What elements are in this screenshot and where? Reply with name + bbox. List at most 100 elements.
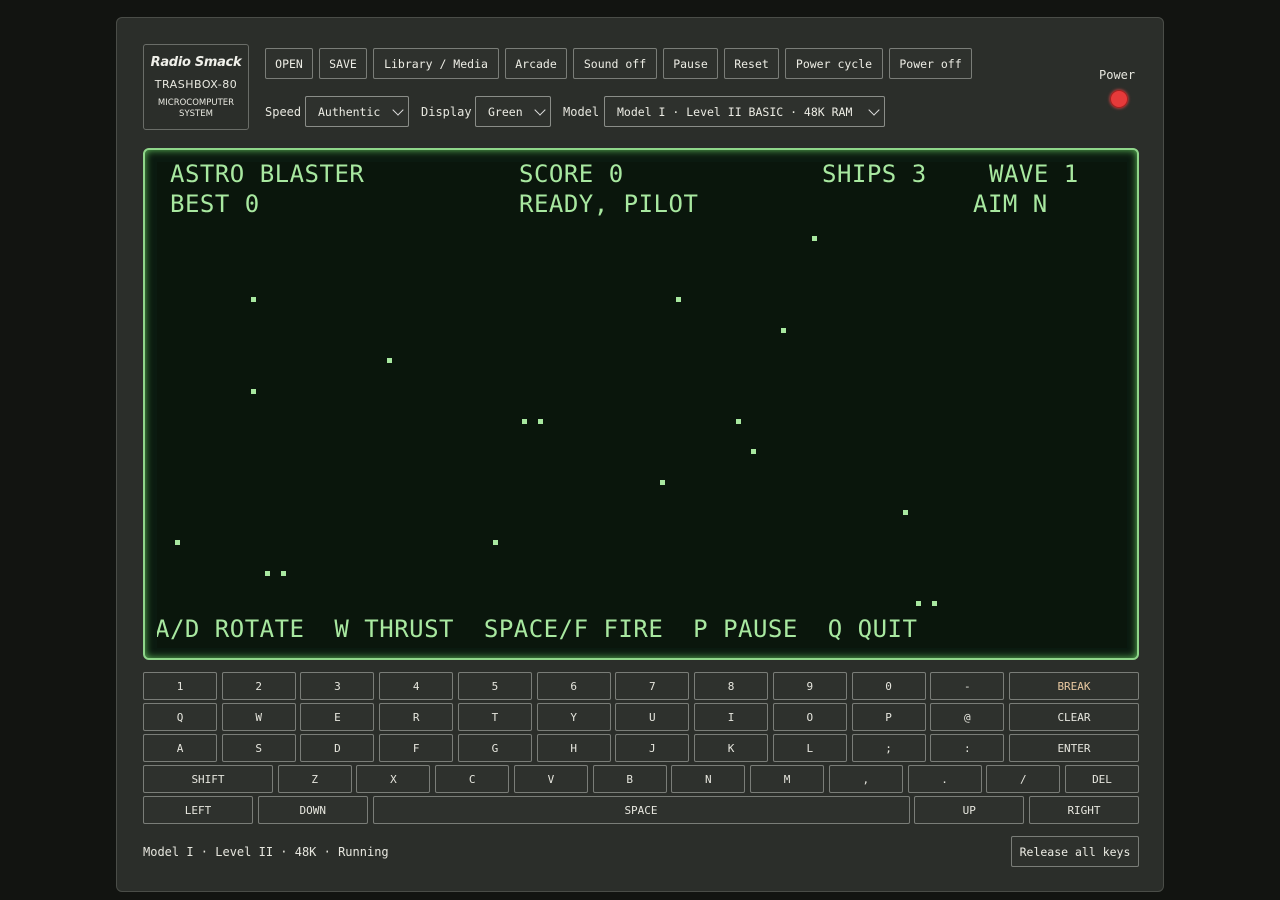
key-k[interactable]: K [694, 734, 769, 762]
star [781, 328, 786, 333]
key-s[interactable]: S [221, 734, 296, 762]
key-p[interactable]: P [851, 703, 926, 731]
key-right[interactable]: RIGHT [1029, 796, 1139, 824]
key-left[interactable]: LEFT [143, 796, 253, 824]
brand-system-line2: SYSTEM [179, 109, 213, 119]
key-w[interactable]: W [221, 703, 296, 731]
star [175, 540, 180, 545]
game-title: ASTRO BLASTER [170, 162, 365, 188]
key-clear[interactable]: CLEAR [1009, 703, 1139, 731]
release-all-keys-button[interactable]: Release all keys [1011, 836, 1139, 867]
key-comma[interactable]: , [828, 765, 903, 793]
star [916, 601, 921, 606]
key-0[interactable]: 0 [851, 672, 926, 700]
key-up[interactable]: UP [914, 796, 1025, 824]
display-select-value: Green [488, 104, 523, 119]
key-down[interactable]: DOWN [257, 796, 368, 824]
key-f[interactable]: F [379, 734, 454, 762]
open-button[interactable]: OPEN [265, 48, 313, 79]
key-6[interactable]: 6 [536, 672, 611, 700]
key-del[interactable]: DEL [1065, 765, 1139, 793]
model-select-value: Model I · Level II BASIC · 48K RAM [617, 104, 853, 119]
key-i[interactable]: I [694, 703, 769, 731]
key-t[interactable]: T [457, 703, 532, 731]
key-x[interactable]: X [356, 765, 431, 793]
key-a[interactable]: A [143, 734, 217, 762]
key-j[interactable]: J [615, 734, 690, 762]
key-d[interactable]: D [300, 734, 375, 762]
key-v[interactable]: V [513, 765, 588, 793]
pause-button[interactable]: Pause [663, 48, 718, 79]
brand-model: TRASHBOX-80 [154, 78, 238, 91]
sound-toggle-button[interactable]: Sound off [573, 48, 657, 79]
key-3[interactable]: 3 [300, 672, 375, 700]
star [660, 480, 665, 485]
key-u[interactable]: U [615, 703, 690, 731]
power-cycle-button[interactable]: Power cycle [785, 48, 883, 79]
emulator-frame: Radio Smack TRASHBOX-80 MICROCOMPUTER SY… [116, 17, 1164, 892]
power-indicator-icon[interactable] [1110, 90, 1128, 108]
key-z[interactable]: Z [277, 765, 352, 793]
key-2[interactable]: 2 [221, 672, 296, 700]
key-c[interactable]: C [435, 765, 510, 793]
arcade-button[interactable]: Arcade [505, 48, 567, 79]
key-5[interactable]: 5 [457, 672, 532, 700]
key-r[interactable]: R [379, 703, 454, 731]
key-e[interactable]: E [300, 703, 375, 731]
save-button[interactable]: SAVE [319, 48, 367, 79]
star [251, 297, 256, 302]
key-break[interactable]: BREAK [1009, 672, 1139, 700]
key-n[interactable]: N [671, 765, 746, 793]
star [751, 449, 756, 454]
reset-button[interactable]: Reset [724, 48, 779, 79]
key-9[interactable]: 9 [772, 672, 847, 700]
key-enter[interactable]: ENTER [1009, 734, 1139, 762]
star [281, 571, 286, 576]
key-m[interactable]: M [750, 765, 825, 793]
crt-monitor[interactable]: ASTRO BLASTER SCORE 0 SHIPS 3 WAVE 1 BES… [143, 148, 1139, 660]
key-g[interactable]: G [457, 734, 532, 762]
key-7[interactable]: 7 [615, 672, 690, 700]
aim-readout: AIM N [973, 190, 1048, 218]
star [387, 358, 392, 363]
chevron-down-icon [534, 104, 546, 116]
key-shift[interactable]: SHIFT [143, 765, 273, 793]
key-1[interactable]: 1 [143, 672, 217, 700]
key-8[interactable]: 8 [694, 672, 769, 700]
key-space[interactable]: SPACE [372, 796, 910, 824]
status-message: READY, PILOT [519, 190, 699, 218]
key-y[interactable]: Y [536, 703, 611, 731]
display-select[interactable]: Green [475, 96, 551, 127]
key-l[interactable]: L [772, 734, 847, 762]
key-b[interactable]: B [592, 765, 667, 793]
star [812, 236, 817, 241]
star [676, 297, 681, 302]
key-o[interactable]: O [772, 703, 847, 731]
chevron-down-icon [392, 104, 404, 116]
score-readout: SCORE 0 [519, 162, 624, 188]
key-slash[interactable]: / [986, 765, 1061, 793]
model-select[interactable]: Model I · Level II BASIC · 48K RAM [604, 96, 885, 127]
power-off-button[interactable]: Power off [889, 48, 972, 79]
speed-select[interactable]: Authentic [305, 96, 409, 127]
key-semicolon[interactable]: ; [851, 734, 926, 762]
power-label: Power [1099, 68, 1136, 82]
brand-name: Radio Smack [150, 55, 242, 70]
key-minus[interactable]: - [930, 672, 1005, 700]
key-4[interactable]: 4 [379, 672, 454, 700]
brand-logo: Radio Smack TRASHBOX-80 MICROCOMPUTER SY… [143, 44, 249, 130]
key-colon[interactable]: : [930, 734, 1005, 762]
key-period[interactable]: . [907, 765, 982, 793]
brand-system: MICROCOMPUTER SYSTEM [144, 98, 248, 120]
key-q[interactable]: Q [143, 703, 217, 731]
status-line: Model I · Level II · 48K · Running [143, 845, 389, 859]
key-h[interactable]: H [536, 734, 611, 762]
key-at[interactable]: @ [930, 703, 1005, 731]
speed-select-value: Authentic [318, 104, 381, 119]
star [538, 419, 543, 424]
library-media-button[interactable]: Library / Media [373, 48, 499, 79]
ships-readout: SHIPS 3 [822, 162, 927, 188]
crt-screen[interactable]: ASTRO BLASTER SCORE 0 SHIPS 3 WAVE 1 BES… [157, 162, 1127, 648]
star [932, 601, 937, 606]
display-label: Display [421, 105, 472, 119]
